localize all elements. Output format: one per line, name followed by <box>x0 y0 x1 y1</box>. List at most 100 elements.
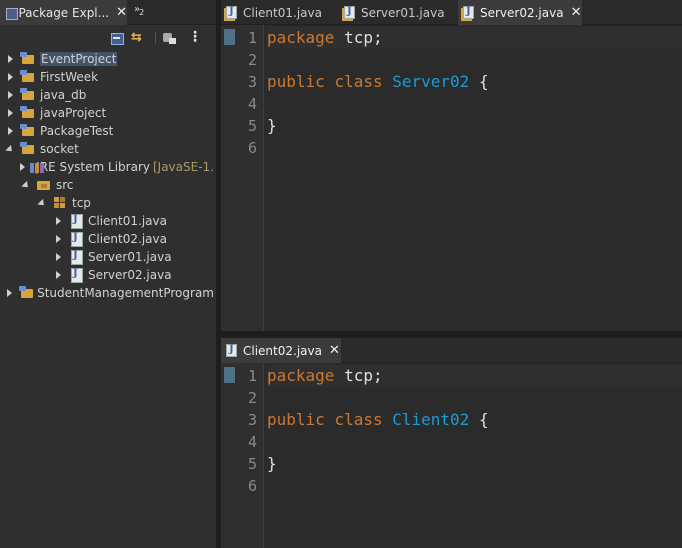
editor-tab-label: Client02.java <box>243 343 322 358</box>
line-number: 4 <box>247 433 257 451</box>
code-editor-top[interactable]: 1 2 3 4 5 6 package tcp; public class Server02… <box>221 25 682 331</box>
editor-bottom: Client02.java ✕ 1 2 3 4 5 6 package tcp; public… <box>221 338 682 548</box>
code-text[interactable]: package tcp; public class Client02 {} <box>267 363 682 548</box>
line-number-gutter: 1 2 3 4 5 6 <box>237 25 264 331</box>
tree-item-label: FirstWeek <box>40 70 99 84</box>
tree-item-label: src <box>56 178 74 192</box>
code-line[interactable] <box>267 93 682 115</box>
chevron-right-icon[interactable] <box>20 161 25 173</box>
view-overflow-button[interactable]: »2 <box>134 4 144 17</box>
line-number: 6 <box>247 477 257 495</box>
java-file-icon <box>344 6 355 19</box>
tree-item[interactable]: tcp <box>0 194 214 212</box>
close-icon[interactable]: ✕ <box>329 343 340 358</box>
editor-tab-label: Client01.java <box>243 5 322 20</box>
chevron-right-icon[interactable] <box>4 53 16 65</box>
chevron-down-icon[interactable] <box>36 197 48 209</box>
editor-tab[interactable]: Client02.java ✕ <box>221 338 341 363</box>
keyword-token: package <box>267 28 335 47</box>
link-with-editor-icon[interactable]: ⇆ <box>131 31 145 45</box>
code-line[interactable]: package tcp; <box>267 365 682 387</box>
overflow-count: 2 <box>139 8 144 17</box>
overview-ruler <box>221 25 237 331</box>
java-file-icon <box>68 231 84 247</box>
code-token: { <box>469 410 489 429</box>
line-number-gutter: 1 2 3 4 5 6 <box>237 363 264 548</box>
line-number: 1 <box>247 367 257 385</box>
code-token: tcp; <box>334 366 383 385</box>
view-menu-icon[interactable]: ⋮ <box>188 30 202 45</box>
tree-item[interactable]: Server02.java <box>0 266 214 284</box>
tree-item[interactable]: FirstWeek <box>0 68 214 86</box>
code-text[interactable]: package tcp; public class Server02 {} <box>267 25 682 331</box>
code-line[interactable]: public class Server02 { <box>267 71 682 93</box>
tab-package-explorer[interactable]: Package Expl... ✕ <box>0 0 127 25</box>
chevron-right-icon[interactable] <box>4 89 16 101</box>
editor-tab[interactable]: Server01.java <box>339 0 451 25</box>
code-line[interactable] <box>267 49 682 71</box>
chevron-down-icon[interactable] <box>4 143 16 155</box>
project-tree: EventProject FirstWeek java_db javaProject P… <box>0 50 214 302</box>
project-icon <box>20 69 36 85</box>
project-icon <box>20 105 36 121</box>
editor-tab-label: Server01.java <box>361 5 445 20</box>
tree-item-label: EventProject <box>40 52 118 66</box>
code-line[interactable]: public class Client02 { <box>267 409 682 431</box>
editor-top: Client01.java Server01.java Server02.java ✕… <box>221 0 682 331</box>
line-number: 2 <box>247 389 257 407</box>
tree-item[interactable]: Client02.java <box>0 230 214 248</box>
library-icon <box>29 159 35 175</box>
line-number: 2 <box>247 51 257 69</box>
tree-item[interactable]: Client01.java <box>0 212 214 230</box>
project-icon <box>20 87 36 103</box>
tree-item[interactable]: src <box>0 176 214 194</box>
current-line-marker <box>224 29 235 45</box>
tree-item-label: StudentManagementProgram <box>37 286 214 300</box>
code-line[interactable] <box>267 137 682 159</box>
code-line[interactable] <box>267 475 682 497</box>
tree-item-label: Client01.java <box>88 214 167 228</box>
close-icon[interactable]: ✕ <box>571 5 582 20</box>
tree-item[interactable]: JRE System Library [JavaSE-1. <box>0 158 214 176</box>
keyword-token: class <box>334 410 383 429</box>
code-line[interactable]: } <box>267 115 682 137</box>
explorer-toolbar: ⇆ ⋮ <box>0 25 216 50</box>
horizontal-sash[interactable] <box>221 331 682 338</box>
code-line[interactable]: } <box>267 453 682 475</box>
tree-item[interactable]: PackageTest <box>0 122 214 140</box>
close-icon[interactable]: ✕ <box>116 5 127 20</box>
chevron-right-icon[interactable] <box>52 251 64 263</box>
java-file-icon <box>463 6 474 19</box>
tree-item[interactable]: java_db <box>0 86 214 104</box>
chevron-right-icon[interactable] <box>4 71 16 83</box>
code-line[interactable]: package tcp; <box>267 27 682 49</box>
java-file-icon <box>68 213 84 229</box>
tree-item[interactable]: javaProject <box>0 104 214 122</box>
tree-item-label: JRE System Library <box>36 160 150 174</box>
chevron-right-icon[interactable] <box>4 107 16 119</box>
code-editor-bottom[interactable]: 1 2 3 4 5 6 package tcp; public class Client02… <box>221 363 682 548</box>
current-line-marker <box>224 367 235 383</box>
chevron-right-icon[interactable] <box>52 269 64 281</box>
chevron-right-icon[interactable] <box>52 215 64 227</box>
chevron-right-icon[interactable] <box>52 233 64 245</box>
line-number: 5 <box>247 455 257 473</box>
editor-tab[interactable]: Client01.java <box>221 0 333 25</box>
editor-tab[interactable]: Server02.java ✕ <box>458 0 582 25</box>
tree-item[interactable]: socket <box>0 140 214 158</box>
code-line[interactable] <box>267 387 682 409</box>
collapse-all-icon[interactable] <box>110 31 124 45</box>
package-icon <box>52 195 68 211</box>
chevron-right-icon[interactable] <box>4 125 16 137</box>
toolbar-divider <box>155 32 156 44</box>
chevron-right-icon[interactable] <box>4 287 15 299</box>
tree-item[interactable]: StudentManagementProgram <box>0 284 214 302</box>
tree-item-label: Server01.java <box>88 250 172 264</box>
tree-item[interactable]: Server01.java <box>0 248 214 266</box>
chevron-down-icon[interactable] <box>20 179 32 191</box>
tree-item[interactable]: EventProject <box>0 50 214 68</box>
editor-tab-label: Server02.java <box>480 5 564 20</box>
filter-icon[interactable] <box>163 31 177 45</box>
code-line[interactable] <box>267 431 682 453</box>
